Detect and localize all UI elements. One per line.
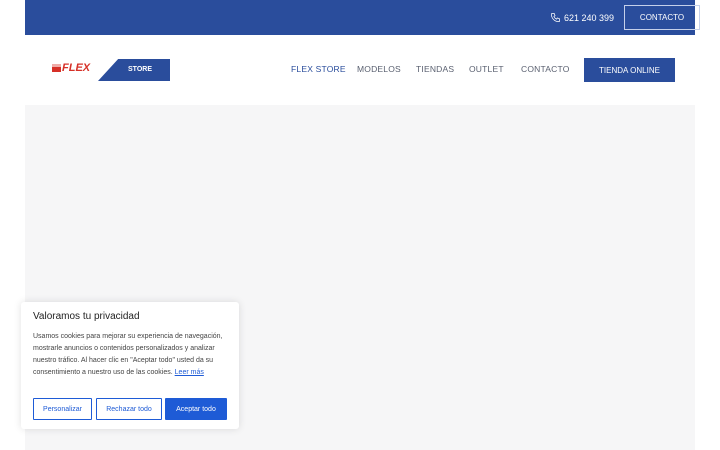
nav-item-tiendas[interactable]: TIENDAS <box>416 64 454 74</box>
customize-button[interactable]: Personalizar <box>33 398 92 420</box>
phone-number: 621 240 399 <box>564 13 615 23</box>
cookie-banner: Valoramos tu privacidad Usamos cookies p… <box>21 302 239 429</box>
nav-item-outlet[interactable]: OUTLET <box>469 64 504 74</box>
nav-item-modelos[interactable]: MODELOS <box>357 64 401 74</box>
nav-item-flex-store[interactable]: FLEX STORE <box>291 64 346 74</box>
accept-all-button[interactable]: Aceptar todo <box>165 398 227 420</box>
online-store-button[interactable]: TIENDA ONLINE <box>584 58 675 82</box>
cookie-title: Valoramos tu privacidad <box>33 311 140 322</box>
cookie-read-more-link[interactable]: Leer más <box>175 369 204 376</box>
nav-item-contacto[interactable]: CONTACTO <box>521 64 570 74</box>
cookie-text: Usamos cookies para mejorar su experienc… <box>33 331 233 379</box>
reject-all-button[interactable]: Rechazar todo <box>96 398 162 420</box>
top-bar: 621 240 399 CONTACTO <box>25 0 700 35</box>
contact-button-top[interactable]: CONTACTO <box>624 5 700 30</box>
phone-icon <box>550 12 561 25</box>
phone-link[interactable]: 621 240 399 <box>550 11 614 25</box>
